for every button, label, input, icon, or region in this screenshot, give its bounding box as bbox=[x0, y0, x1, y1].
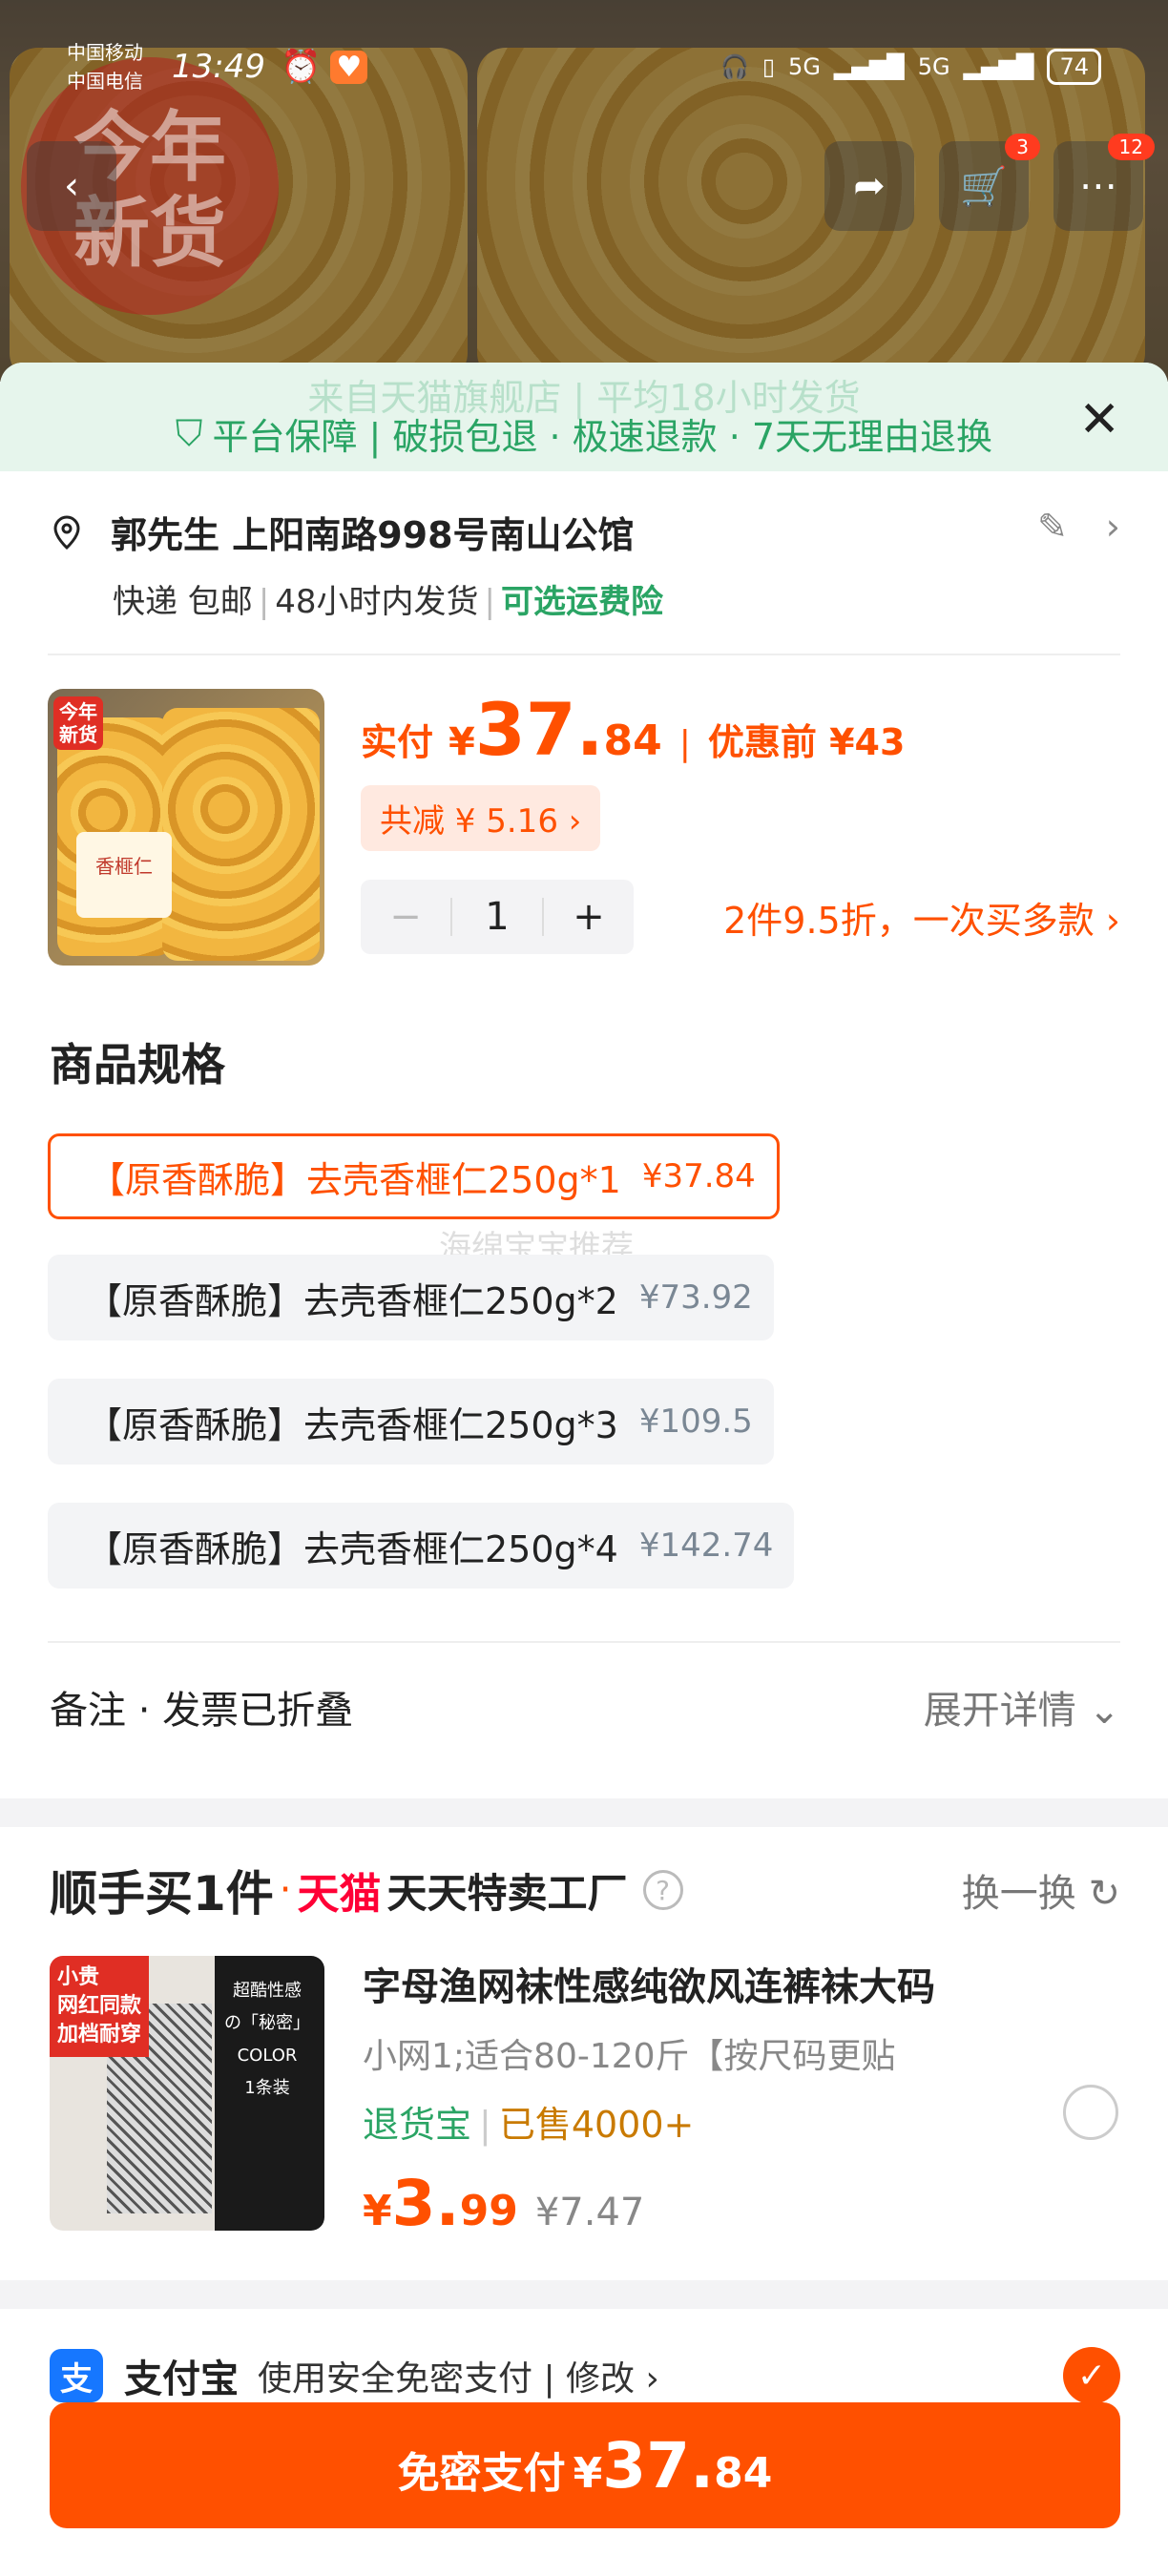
add-on-product-image[interactable]: 小贵 网红同款 加档耐穿 超酷性感 の「秘密」 COLOR 1条装 bbox=[50, 1956, 324, 2231]
payment-method-name: 支付宝 bbox=[124, 2358, 239, 2401]
share-icon: ➦ bbox=[853, 164, 886, 208]
store-info-ghost: 来自天猫旗舰店 | 平均18小时发货 bbox=[307, 377, 861, 419]
add-on-spec: 小网1;适合80-120斤【按尺码更贴 bbox=[363, 2037, 896, 2076]
add-on-title: 顺手买1件 bbox=[50, 1866, 274, 1922]
more-count-badge: 12 bbox=[1107, 134, 1155, 160]
add-on-name: 字母渔网袜性感纯欲风连裤袜大码 bbox=[363, 1965, 935, 2009]
multi-buy-link[interactable]: 2件9.5折，一次买多款 › bbox=[723, 891, 1120, 944]
delivery-method: 快递 包邮 bbox=[113, 583, 253, 621]
payment-method-row[interactable]: 支 支付宝 使用安全免密支付 | 修改 › ✓ bbox=[50, 2347, 1120, 2404]
alipay-icon: 支 bbox=[50, 2349, 103, 2402]
add-on-subtitle: 天天特卖工厂 bbox=[386, 1869, 628, 1917]
back-button[interactable]: ‹ bbox=[27, 141, 116, 231]
product-image-backdrop: 今年 新货 中国移动 中国电信 13:49 ⏰ ♥ 🎧 ▯ 5G ▂▄▆█ 5G ▂▄▆… bbox=[0, 0, 1168, 382]
close-icon: ✕ bbox=[1078, 391, 1120, 448]
return-insurance-tag: 退货宝 bbox=[363, 2104, 472, 2146]
status-time: 13:49 bbox=[172, 48, 265, 86]
battery-indicator: 74 bbox=[1047, 49, 1101, 85]
pay-price-int: 37. bbox=[474, 687, 604, 772]
add-on-price-dec: 99 bbox=[459, 2187, 518, 2235]
app-notification-icon: ♥ bbox=[330, 50, 368, 84]
help-icon[interactable]: ? bbox=[642, 1870, 683, 1910]
product-label: 香榧仁 bbox=[76, 832, 172, 918]
pay-label: 实付 bbox=[361, 721, 434, 763]
order-sheet: 来自天猫旗舰店 | 平均18小时发货 ⛉ 平台保障 | 破损包退 · 极速退款 … bbox=[0, 363, 1168, 2576]
pay-button-currency: ¥ bbox=[573, 2449, 603, 2498]
pay-button-int: 37. bbox=[602, 2429, 715, 2503]
headphone-icon: 🎧 bbox=[720, 53, 749, 80]
divider bbox=[48, 654, 1120, 655]
spec-title: 商品规格 bbox=[50, 1039, 225, 1091]
address-line: 郭先生 上阳南路998号南山公馆 bbox=[111, 514, 635, 556]
close-button[interactable]: ✕ bbox=[1078, 391, 1120, 448]
product-thumbnail: 今年 新货 香榧仁 bbox=[48, 689, 324, 966]
spec-option-4[interactable]: 【原香酥脆】去壳香榧仁250g*4 ¥142.74 bbox=[48, 1503, 795, 1589]
quantity-stepper[interactable]: − 1 + bbox=[361, 880, 634, 954]
new-goods-tag: 今年 新货 bbox=[53, 696, 103, 750]
edit-icon[interactable]: ✎ bbox=[1037, 506, 1068, 548]
spec-option-2[interactable]: 【原香酥脆】去壳香榧仁250g*2 ¥73.92 bbox=[48, 1255, 774, 1340]
carrier-1: 中国移动 bbox=[67, 41, 143, 64]
notes-row[interactable]: 备注 · 发票已折叠 展开详情 ⌄ bbox=[50, 1679, 1120, 1735]
sold-count: 已售4000+ bbox=[498, 2104, 695, 2146]
pay-button[interactable]: 免密支付 ¥ 37. 84 bbox=[50, 2402, 1120, 2528]
pay-price-dec: 84 bbox=[603, 717, 662, 765]
spec-option-1[interactable]: 【原香酥脆】去壳香榧仁250g*1 ¥37.84 bbox=[48, 1133, 780, 1219]
ship-time: 48小时内发货 bbox=[275, 583, 479, 621]
add-on-header: 顺手买1件 · 天猫 天天特卖工厂 ? 换一换 ↻ bbox=[50, 1856, 1120, 1924]
pay-currency: ¥ bbox=[448, 720, 475, 764]
guarantee-banner: 来自天猫旗舰店 | 平均18小时发货 ⛉ 平台保障 | 破损包退 · 极速退款 … bbox=[0, 363, 1168, 471]
status-bar: 中国移动中国电信 13:49 ⏰ ♥ 🎧 ▯ 5G ▂▄▆█ 5G ▂▄▆█ 74 bbox=[67, 29, 1101, 105]
add-on-image-side: 超酷性感 の「秘密」 COLOR 1条装 bbox=[224, 1981, 310, 2098]
pay-button-dec: 84 bbox=[714, 2449, 773, 2498]
carrier-2: 中国电信 bbox=[67, 70, 143, 93]
network-1: 5G bbox=[788, 53, 821, 80]
address-section[interactable]: 郭先生 上阳南路998号南山公馆 快递 包邮 | 48小时内发货 | 可选运费险 ✎ › bbox=[48, 506, 1120, 622]
refresh-icon: ↻ bbox=[1088, 1872, 1120, 1916]
cart-count-badge: 3 bbox=[1005, 134, 1040, 160]
expand-details-button[interactable]: 展开详情 ⌄ bbox=[924, 1679, 1120, 1735]
add-on-original-price: ¥7.47 bbox=[534, 2191, 645, 2234]
add-on-info[interactable]: 字母渔网袜性感纯欲风连裤袜大码 小网1;适合80-120斤【按尺码更贴 退货宝 |… bbox=[363, 1956, 1120, 2240]
discount-detail-button[interactable]: 共减 ¥ 5.16 › bbox=[361, 785, 601, 851]
spec-option-3[interactable]: 【原香酥脆】去壳香榧仁250g*3 ¥109.5 bbox=[48, 1379, 774, 1465]
shipping-insurance-link[interactable]: 可选运费险 bbox=[501, 583, 663, 621]
more-button[interactable]: ⋯ 12 bbox=[1053, 134, 1155, 231]
more-icon: ⋯ bbox=[1079, 164, 1117, 208]
quantity-row: − 1 + 2件9.5折，一次买多款 › bbox=[361, 880, 1120, 954]
alarm-icon: ⏰ bbox=[280, 48, 322, 86]
cart-button[interactable]: 🛒 3 bbox=[939, 134, 1040, 231]
swap-button[interactable]: 换一换 ↻ bbox=[962, 1862, 1120, 1918]
quantity-value[interactable]: 1 bbox=[452, 895, 542, 939]
price-area: 实付 ¥ 37. 84 | 优惠前 ¥43 共减 ¥ 5.16 › bbox=[361, 687, 1120, 851]
cart-icon: 🛒 bbox=[960, 164, 1008, 209]
network-2: 5G bbox=[917, 53, 950, 80]
increase-button[interactable]: + bbox=[544, 895, 634, 939]
location-pin-icon bbox=[53, 514, 80, 550]
notes-label: 备注 · 发票已折叠 bbox=[50, 1689, 354, 1733]
add-on-select-radio[interactable] bbox=[1063, 2085, 1118, 2140]
chevron-left-icon: ‹ bbox=[64, 164, 79, 208]
add-on-image-tag: 小贵 网红同款 加档耐穿 bbox=[50, 1956, 150, 2057]
chevron-down-icon: ⌄ bbox=[1088, 1689, 1120, 1733]
tmall-brand: 天猫 bbox=[297, 1870, 382, 1919]
signal-2-icon: ▂▄▆█ bbox=[963, 53, 1034, 80]
pay-button-label: 免密支付 bbox=[397, 2449, 566, 2498]
check-icon[interactable]: ✓ bbox=[1063, 2347, 1120, 2404]
divider bbox=[48, 1641, 1120, 1643]
decrease-button[interactable]: − bbox=[361, 895, 450, 939]
pre-discount-price: 优惠前 ¥43 bbox=[707, 721, 906, 763]
vibrate-icon: ▯ bbox=[761, 53, 776, 80]
chevron-right-icon[interactable]: › bbox=[1106, 506, 1120, 548]
add-on-price-int: 3. bbox=[391, 2167, 460, 2240]
payment-method-desc[interactable]: 使用安全免密支付 | 修改 › bbox=[258, 2351, 659, 2400]
signal-1-icon: ▂▄▆█ bbox=[833, 53, 905, 80]
add-on-currency: ¥ bbox=[363, 2187, 392, 2235]
share-button[interactable]: ➦ bbox=[824, 141, 914, 231]
